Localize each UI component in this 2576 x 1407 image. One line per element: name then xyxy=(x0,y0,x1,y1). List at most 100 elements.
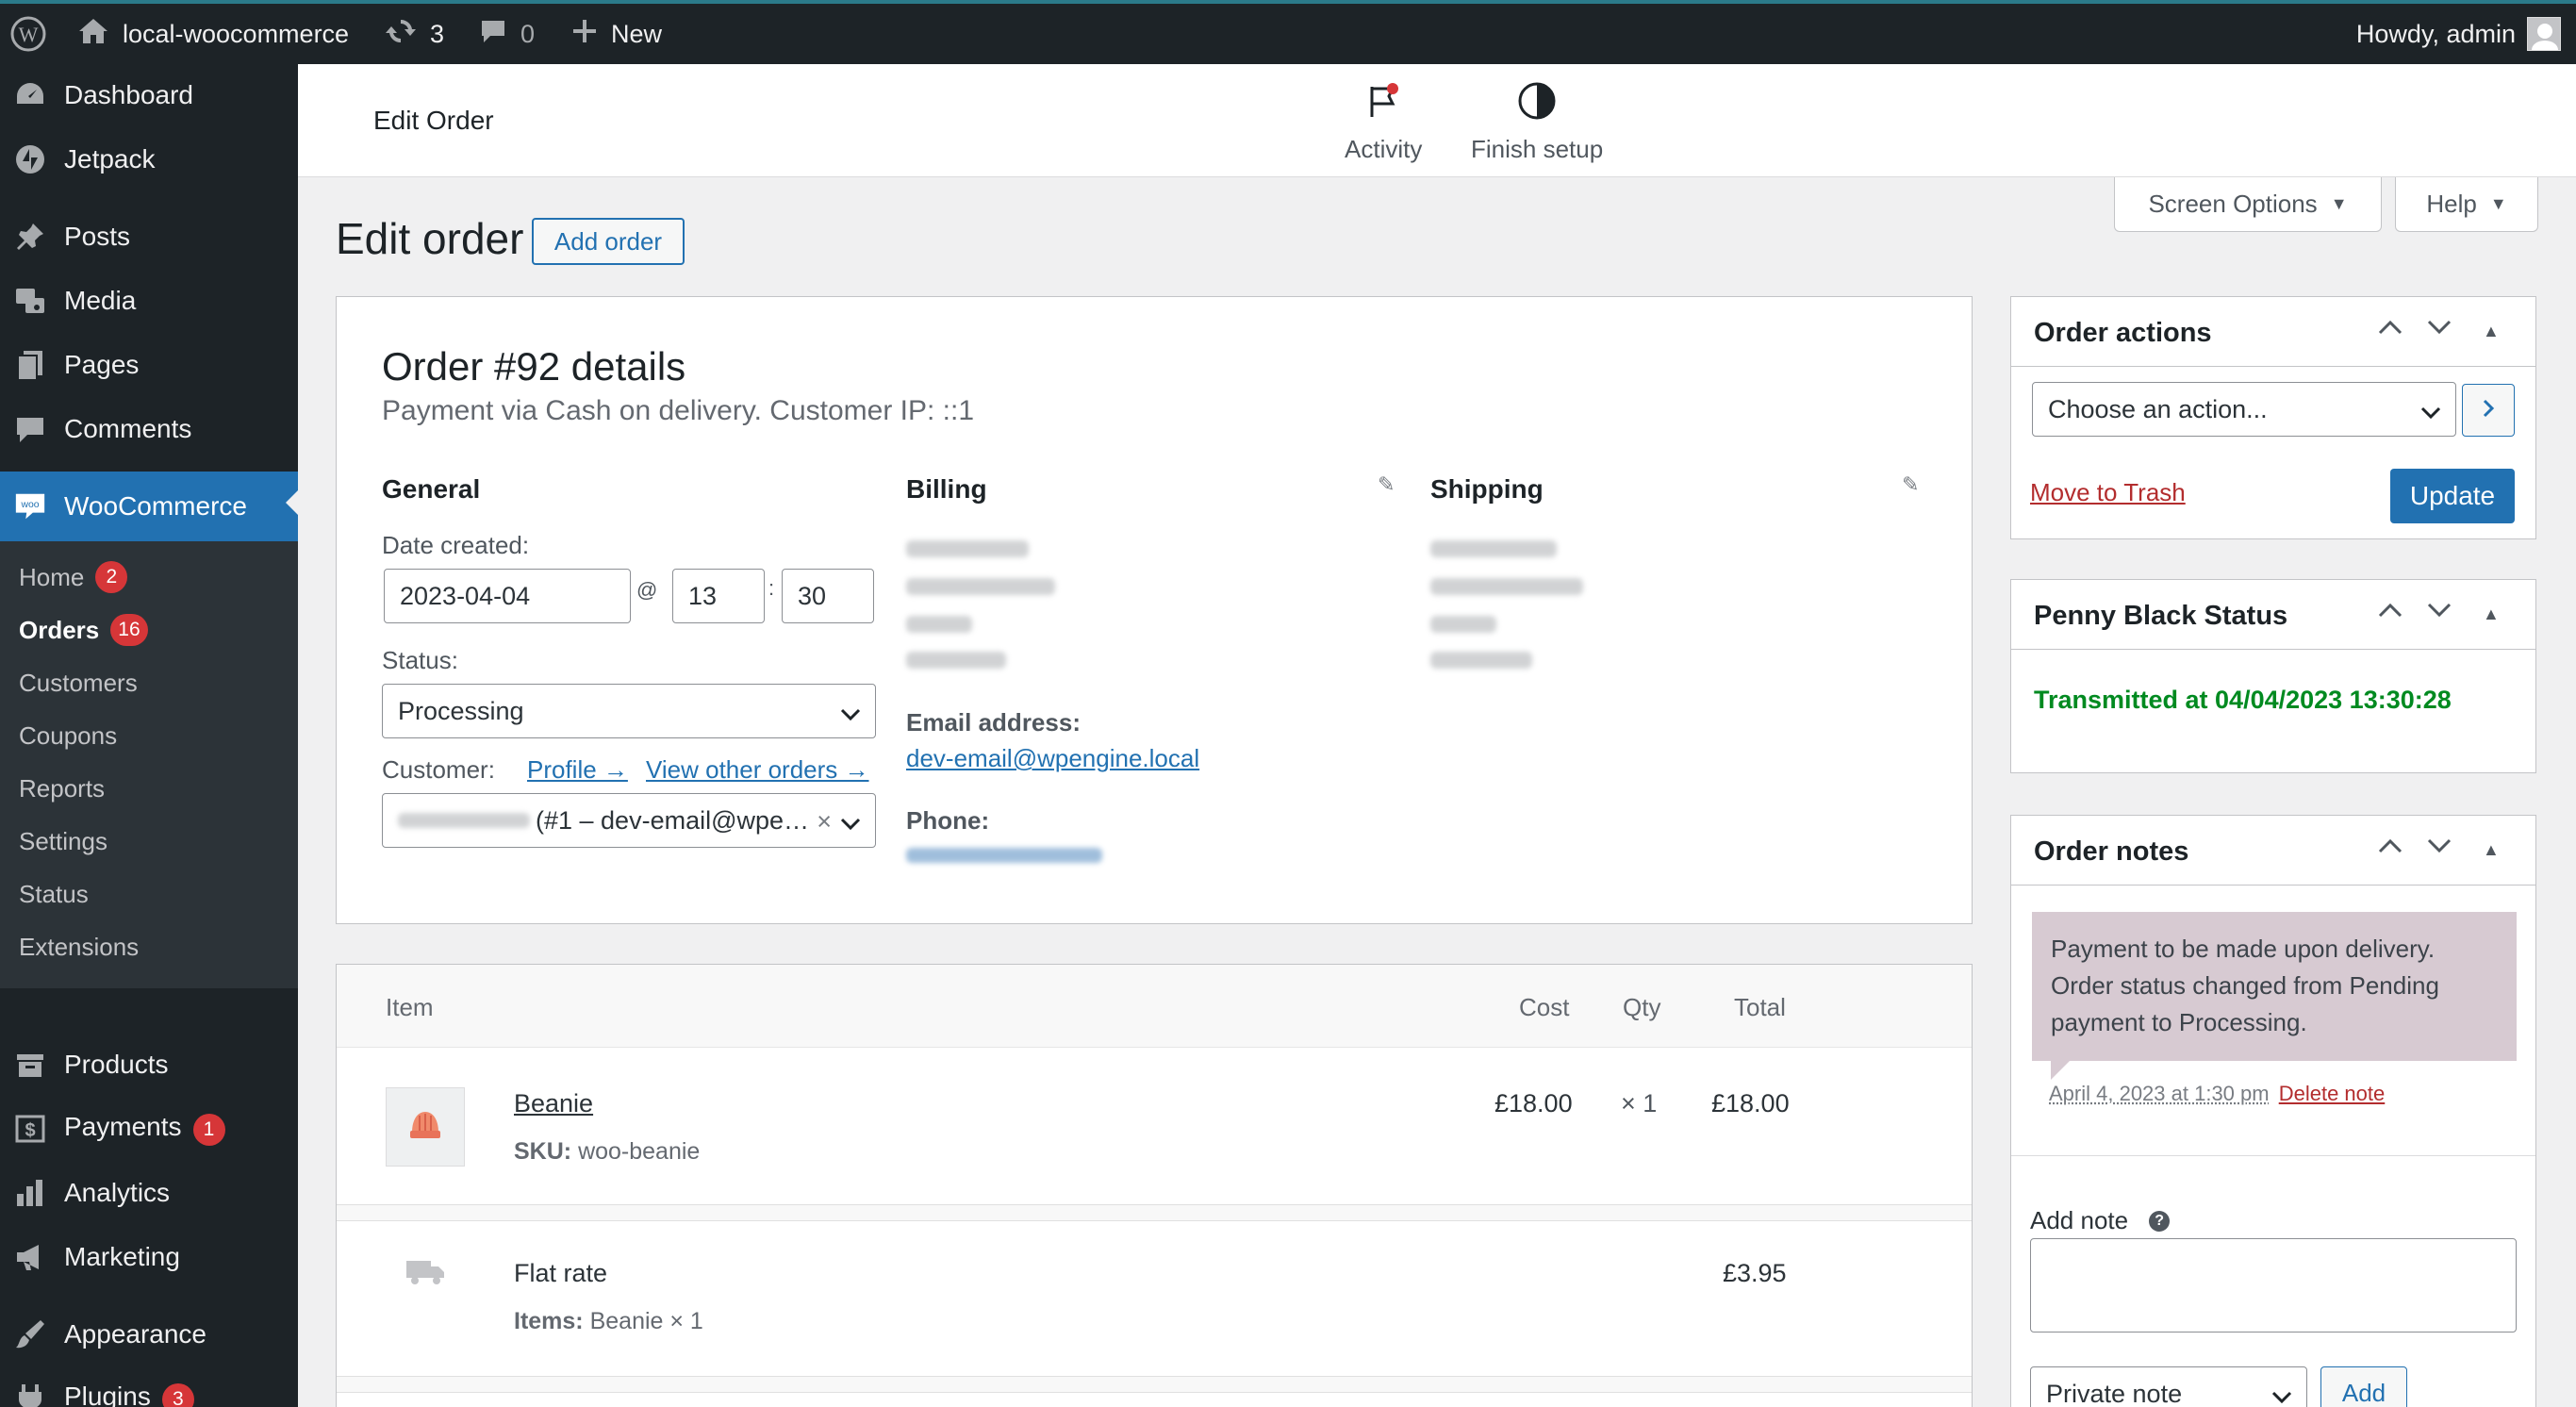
status-select[interactable]: Processing xyxy=(382,684,876,738)
activity-button[interactable]: Activity xyxy=(1345,81,1422,164)
move-down-icon[interactable] xyxy=(2426,318,2452,342)
clear-selection-icon[interactable]: × xyxy=(817,807,832,836)
wordpress-logo-icon[interactable]: W xyxy=(9,4,47,64)
menu-appearance[interactable]: Appearance xyxy=(0,1303,298,1366)
add-note-label: Add note xyxy=(2030,1206,2129,1234)
menu-jetpack[interactable]: Jetpack xyxy=(0,128,298,190)
submenu-settings[interactable]: Settings xyxy=(19,822,107,860)
row-divider xyxy=(337,1376,1972,1393)
submenu-orders[interactable]: Orders 16 xyxy=(19,611,148,649)
menu-label: Marketing xyxy=(64,1242,180,1271)
update-button[interactable]: Update xyxy=(2390,469,2515,523)
updates-icon xyxy=(385,15,417,54)
edit-shipping-pencil-icon[interactable]: ✎ xyxy=(1902,472,1919,497)
minute-input[interactable]: 30 xyxy=(782,569,874,623)
move-to-trash-link[interactable]: Move to Trash xyxy=(2030,478,2186,507)
delete-note-link[interactable]: Delete note xyxy=(2279,1082,2386,1105)
new-content-link[interactable]: New xyxy=(571,4,662,64)
date-created-label: Date created: xyxy=(382,531,530,559)
pages-icon xyxy=(13,348,47,382)
phone-label: Phone: xyxy=(906,806,990,835)
order-subtitle: Payment via Cash on delivery. Customer I… xyxy=(382,395,975,426)
edit-billing-pencil-icon[interactable]: ✎ xyxy=(1378,472,1395,497)
submenu-home[interactable]: Home 2 xyxy=(19,558,128,596)
billing-email-link[interactable]: dev-email@wpengine.local xyxy=(906,744,1199,773)
beanie-icon xyxy=(406,1108,444,1147)
customer-select[interactable]: (#1 – dev-email@wpe… × xyxy=(382,793,876,848)
email-label: Email address: xyxy=(906,708,1081,737)
help-tip-icon[interactable]: ? xyxy=(2149,1210,2171,1232)
product-sku: SKU: woo-beanie xyxy=(514,1138,700,1166)
comments-link[interactable]: 0 xyxy=(479,4,535,64)
date-input[interactable]: 2023-04-04 xyxy=(384,569,631,623)
redacted-phone-link[interactable] xyxy=(906,848,1102,863)
move-down-icon[interactable] xyxy=(2426,601,2452,625)
redacted-customer-name xyxy=(398,813,530,828)
submenu-reports[interactable]: Reports xyxy=(19,770,105,807)
redacted-billing-line xyxy=(906,578,1055,595)
move-down-icon[interactable] xyxy=(2426,836,2452,861)
svg-text:$: $ xyxy=(25,1120,35,1141)
megaphone-icon xyxy=(13,1240,47,1274)
activity-label: Activity xyxy=(1345,135,1423,163)
customer-label: Customer: xyxy=(382,755,495,784)
product-name-link[interactable]: Beanie xyxy=(514,1089,593,1118)
redacted-shipping-line xyxy=(1430,652,1532,669)
chevron-right-icon xyxy=(2481,397,2496,424)
menu-pages[interactable]: Pages xyxy=(0,334,298,396)
menu-payments[interactable]: $ Payments 1 xyxy=(0,1098,298,1160)
product-qty: × 1 xyxy=(1621,1089,1658,1117)
move-up-icon[interactable] xyxy=(2377,601,2403,625)
menu-comments[interactable]: Comments xyxy=(0,398,298,460)
customer-value: (#1 – dev-email@wpe… xyxy=(536,805,810,835)
order-items-panel: Item Cost Qty Total Beanie SKU: woo-bean… xyxy=(336,964,1973,1407)
menu-media[interactable]: Media xyxy=(0,270,298,332)
billing-heading: Billing xyxy=(906,474,987,504)
menu-marketing[interactable]: Marketing xyxy=(0,1226,298,1288)
menu-label: Appearance xyxy=(64,1319,207,1349)
header-title: Edit Order xyxy=(373,106,494,135)
menu-label: Pages xyxy=(64,350,140,379)
note-type-select[interactable]: Private note xyxy=(2030,1366,2307,1407)
screen-options-button[interactable]: Screen Options ▼ xyxy=(2114,177,2382,232)
shipping-items: Items: Beanie × 1 xyxy=(514,1308,703,1335)
updates-link[interactable]: 3 xyxy=(385,4,444,64)
collapse-toggle-icon[interactable]: ▲ xyxy=(2483,840,2500,860)
submenu-coupons[interactable]: Coupons xyxy=(19,717,117,754)
menu-analytics[interactable]: Analytics xyxy=(0,1162,298,1224)
add-note-textarea[interactable] xyxy=(2030,1238,2517,1333)
redacted-shipping-line xyxy=(1430,616,1496,633)
order-data-panel: Order #92 details Payment via Cash on de… xyxy=(336,296,1973,924)
shipping-method-name: Flat rate xyxy=(514,1259,608,1287)
comment-icon xyxy=(479,17,507,52)
apply-action-button[interactable] xyxy=(2462,384,2515,437)
menu-dashboard[interactable]: Dashboard xyxy=(0,64,298,126)
my-account-link[interactable]: Howdy, admin xyxy=(2356,4,2561,64)
avatar xyxy=(2527,17,2561,51)
profile-link[interactable]: Profile → xyxy=(527,755,628,785)
finish-setup-button[interactable]: Finish setup xyxy=(1471,81,1603,164)
collapse-toggle-icon[interactable]: ▲ xyxy=(2483,604,2500,624)
cost-column-header: Cost xyxy=(1519,993,1570,1021)
add-order-button[interactable]: Add order xyxy=(532,218,685,265)
help-button[interactable]: Help ▼ xyxy=(2395,177,2538,232)
order-notes-header: Order notes ▲ xyxy=(2011,816,2535,886)
move-up-icon[interactable] xyxy=(2377,318,2403,342)
order-action-select[interactable]: Choose an action... xyxy=(2032,382,2456,437)
redacted-billing-line xyxy=(906,540,1029,557)
collapse-toggle-icon[interactable]: ▲ xyxy=(2483,322,2500,341)
redacted-shipping-line xyxy=(1430,540,1557,557)
menu-plugins[interactable]: Plugins 3 xyxy=(0,1367,298,1407)
notes-divider xyxy=(2011,1155,2535,1156)
submenu-customers[interactable]: Customers xyxy=(19,664,138,702)
submenu-extensions[interactable]: Extensions xyxy=(19,928,139,966)
site-name-link[interactable]: local-woocommerce xyxy=(77,4,349,64)
menu-posts[interactable]: Posts xyxy=(0,206,298,268)
hour-input[interactable]: 13 xyxy=(672,569,765,623)
menu-woocommerce[interactable]: woo WooCommerce xyxy=(0,472,298,541)
menu-products[interactable]: Products xyxy=(0,1034,298,1096)
view-other-orders-link[interactable]: View other orders → xyxy=(646,755,869,785)
add-note-button[interactable]: Add xyxy=(2320,1366,2407,1407)
submenu-status[interactable]: Status xyxy=(19,875,89,913)
move-up-icon[interactable] xyxy=(2377,836,2403,861)
